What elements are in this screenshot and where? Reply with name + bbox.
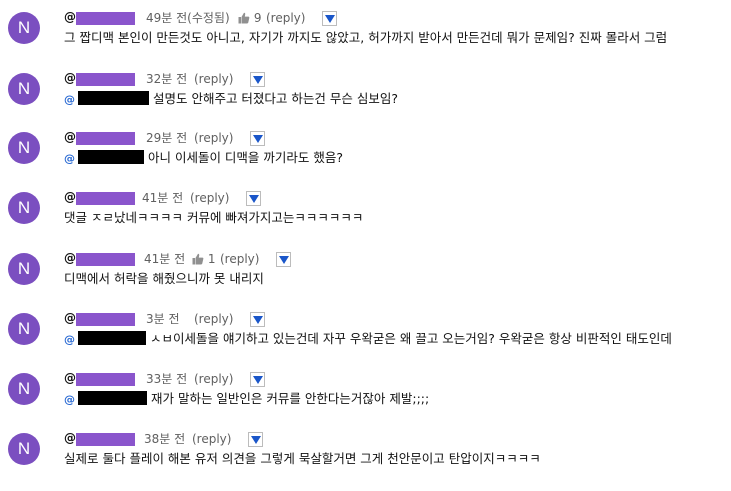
comment: N @ 3분 전 (reply) @ ㅅㅂ이세돌을 얘기하고 있는건데 자꾸 우… <box>0 311 731 371</box>
author-name-redacted[interactable] <box>76 192 135 205</box>
avatar[interactable]: N <box>8 373 40 405</box>
comment: N @ 41분 전 1 (reply) 디맥에서 허락을 해줬으니까 못 내리지 <box>0 251 731 311</box>
triangle-down-icon <box>251 436 261 444</box>
avatar-letter: N <box>17 319 31 338</box>
author-name-redacted[interactable] <box>76 73 135 86</box>
triangle-down-icon <box>253 76 263 84</box>
avatar-letter: N <box>17 439 31 458</box>
expand-replies-button[interactable] <box>246 191 261 206</box>
triangle-down-icon <box>253 135 263 143</box>
comment-body: 설명도 안해주고 터졌다고 하는건 무슨 심보임? <box>152 91 398 106</box>
author-name-redacted[interactable] <box>76 313 135 326</box>
triangle-down-icon <box>325 15 335 23</box>
reply-button[interactable]: (reply) <box>194 72 233 86</box>
avatar-letter: N <box>17 18 31 37</box>
expand-replies-button[interactable] <box>248 432 263 447</box>
comment-text: @ 설명도 안해주고 터졌다고 하는건 무슨 심보임? <box>64 91 398 108</box>
comment-text: @ ㅅㅂ이세돌을 얘기하고 있는건데 자꾸 우왁굳은 왜 끌고 오는거임? 우왁… <box>64 331 672 348</box>
expand-replies-button[interactable] <box>276 252 291 267</box>
timestamp: 3분 전 <box>146 312 180 326</box>
comment-text: @ 재가 말하는 일반인은 커뮤를 안한다는거잖아 제발;;;; <box>64 391 429 408</box>
expand-replies-button[interactable] <box>250 372 265 387</box>
avatar[interactable]: N <box>8 192 40 224</box>
timestamp: 49분 전(수정됨) <box>146 11 230 25</box>
mention-at[interactable]: @ <box>64 393 75 406</box>
reply-button[interactable]: (reply) <box>194 131 233 145</box>
mention-name-redacted[interactable] <box>78 331 146 345</box>
reply-button[interactable]: (reply) <box>194 372 233 386</box>
expand-replies-button[interactable] <box>322 11 337 26</box>
timestamp: 38분 전 <box>144 432 186 446</box>
like-count-value: 9 <box>253 11 262 25</box>
avatar[interactable]: N <box>8 132 40 164</box>
reply-button[interactable]: (reply) <box>266 11 305 25</box>
comment-text: 디맥에서 허락을 해줬으니까 못 내리지 <box>64 271 264 286</box>
mention-at[interactable]: @ <box>64 93 75 106</box>
mention-name-redacted[interactable] <box>78 150 144 164</box>
like-count-value: 1 <box>207 252 216 266</box>
avatar[interactable]: N <box>8 12 40 44</box>
expand-replies-button[interactable] <box>250 312 265 327</box>
comment-text: 실제로 둘다 플레이 해본 유저 의견을 그렇게 묵살할거면 그게 천안문이고 … <box>64 451 541 466</box>
comment: N @ 41분 전 (reply) 댓글 ㅈㄹ났네ㅋㅋㅋㅋ 커뮤에 빠져가지고는… <box>0 190 731 250</box>
author-at: @ <box>64 311 76 325</box>
avatar[interactable]: N <box>8 433 40 465</box>
mention-name-redacted[interactable] <box>78 91 149 105</box>
author-at: @ <box>64 371 76 385</box>
reply-button[interactable]: (reply) <box>194 312 233 326</box>
author-name-redacted[interactable] <box>76 12 135 25</box>
triangle-down-icon <box>253 376 263 384</box>
comment: N @ 29분 전 (reply) @ 아니 이세돌이 디맥을 까기라도 했음? <box>0 130 731 190</box>
avatar-letter: N <box>17 379 31 398</box>
comment-body: 아니 이세돌이 디맥을 까기라도 했음? <box>147 150 344 165</box>
avatar-letter: N <box>17 259 31 278</box>
mention-name-redacted[interactable] <box>78 391 147 405</box>
mention-at[interactable]: @ <box>64 152 75 165</box>
timestamp: 41분 전 <box>144 252 186 266</box>
author-name-redacted[interactable] <box>76 433 135 446</box>
author-at: @ <box>64 71 76 85</box>
comment: N @ 33분 전 (reply) @ 재가 말하는 일반인은 커뮤를 안한다는… <box>0 371 731 431</box>
timestamp: 32분 전 <box>146 72 188 86</box>
expand-replies-button[interactable] <box>250 131 265 146</box>
comment: N @ 38분 전 (reply) 실제로 둘다 플레이 해본 유저 의견을 그… <box>0 431 731 491</box>
timestamp: 33분 전 <box>146 372 188 386</box>
author-name-redacted[interactable] <box>76 373 135 386</box>
mention-at[interactable]: @ <box>64 333 75 346</box>
comment: N @ 32분 전 (reply) @ 설명도 안해주고 터졌다고 하는건 무슨… <box>0 71 731 131</box>
avatar-letter: N <box>17 79 31 98</box>
comment-body: 재가 말하는 일반인은 커뮤를 안한다는거잖아 제발;;;; <box>150 391 430 406</box>
triangle-down-icon <box>279 256 289 264</box>
author-at: @ <box>64 10 76 24</box>
author-name-redacted[interactable] <box>76 132 135 145</box>
reply-button[interactable]: (reply) <box>190 191 229 205</box>
timestamp: 29분 전 <box>146 131 188 145</box>
comment-text: 댓글 ㅈㄹ났네ㅋㅋㅋㅋ 커뮤에 빠져가지고는ㅋㅋㅋㅋㅋㅋ <box>64 210 364 225</box>
author-at: @ <box>64 251 76 265</box>
like-count[interactable]: 9 <box>238 11 261 25</box>
expand-replies-button[interactable] <box>250 72 265 87</box>
author-at: @ <box>64 190 76 204</box>
thumbs-up-icon <box>238 12 250 24</box>
reply-button[interactable]: (reply) <box>192 432 231 446</box>
comment: N @ 49분 전(수정됨) 9 (reply) 그 짭디맥 본인이 만든것도 … <box>0 10 731 70</box>
like-count[interactable]: 1 <box>192 252 215 266</box>
avatar-letter: N <box>17 138 31 157</box>
comment-text: @ 아니 이세돌이 디맥을 까기라도 했음? <box>64 150 343 167</box>
avatar[interactable]: N <box>8 313 40 345</box>
author-at: @ <box>64 130 76 144</box>
avatar[interactable]: N <box>8 253 40 285</box>
reply-button[interactable]: (reply) <box>220 252 259 266</box>
author-name-redacted[interactable] <box>76 253 135 266</box>
comment-text: 그 짭디맥 본인이 만든것도 아니고, 자기가 까지도 않았고, 허가까지 받아… <box>64 30 668 45</box>
triangle-down-icon <box>249 195 259 203</box>
author-at: @ <box>64 431 76 445</box>
avatar[interactable]: N <box>8 73 40 105</box>
avatar-letter: N <box>17 198 31 217</box>
thumbs-up-icon <box>192 253 204 265</box>
timestamp: 41분 전 <box>142 191 184 205</box>
comment-body: ㅅㅂ이세돌을 얘기하고 있는건데 자꾸 우왁굳은 왜 끌고 오는거임? 우왁굳은… <box>149 331 672 346</box>
triangle-down-icon <box>253 316 263 324</box>
